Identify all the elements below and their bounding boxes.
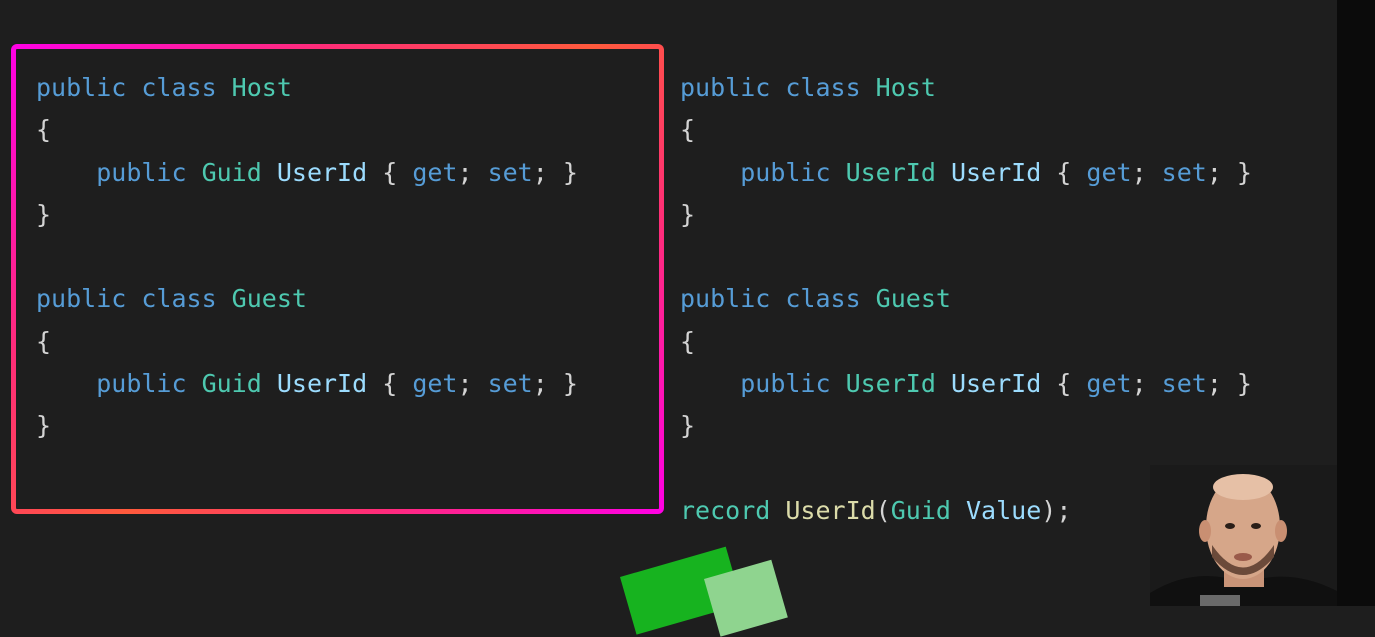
- code-token: (: [875, 495, 891, 525]
- code-line: public Guid UserId { get; set; }: [36, 363, 578, 405]
- code-line: }: [36, 405, 578, 447]
- code-token: Guid: [201, 157, 277, 187]
- code-line: public UserId UserId { get; set; }: [680, 152, 1252, 194]
- code-token: }: [680, 199, 696, 229]
- code-token: UserId: [845, 157, 951, 187]
- code-block-after: public class Host { public UserId UserId …: [680, 67, 1252, 532]
- code-token: get: [412, 369, 458, 399]
- code-line: public class Host: [680, 67, 1252, 109]
- code-token: ; }: [532, 369, 578, 399]
- code-token: class: [141, 284, 232, 314]
- code-line: {: [36, 109, 578, 151]
- code-token: public: [740, 157, 846, 187]
- code-token: UserId: [845, 369, 951, 399]
- code-token: public: [680, 73, 786, 102]
- code-token: class: [141, 73, 232, 102]
- code-token: UserId: [950, 369, 1057, 399]
- code-token: public: [96, 369, 202, 399]
- code-token: }: [36, 411, 52, 441]
- code-token: ; }: [532, 157, 578, 187]
- code-token: set: [487, 157, 533, 187]
- code-token: UserId: [785, 495, 876, 525]
- code-token: ;: [457, 369, 488, 399]
- code-token: get: [1086, 369, 1132, 399]
- code-token: public: [740, 369, 846, 399]
- code-line: public Guid UserId { get; set; }: [36, 152, 578, 194]
- code-line: public class Host: [36, 67, 578, 109]
- code-token: {: [1056, 157, 1087, 187]
- code-token: Guid: [890, 495, 966, 525]
- code-line: public class Guest: [36, 278, 578, 320]
- code-token: {: [382, 369, 413, 399]
- code-token: {: [36, 115, 52, 145]
- code-line: }: [36, 194, 578, 236]
- code-token: set: [1161, 369, 1207, 399]
- code-token: UserId: [276, 369, 383, 399]
- code-token: Host: [875, 73, 936, 102]
- code-token: {: [680, 115, 696, 145]
- code-token: {: [680, 326, 696, 356]
- code-token: Guest: [875, 284, 951, 314]
- code-token: public: [36, 73, 142, 102]
- code-token: Host: [231, 73, 292, 102]
- code-line: {: [680, 321, 1252, 363]
- code-token: {: [36, 326, 52, 356]
- presenter-webcam: [1150, 465, 1337, 606]
- code-token: public: [680, 284, 786, 314]
- code-token: );: [1041, 495, 1072, 525]
- code-token: ;: [457, 157, 488, 187]
- code-token: ; }: [1206, 157, 1252, 187]
- code-token: class: [785, 73, 876, 102]
- code-token: Value: [966, 495, 1042, 525]
- video-side-strip: [1337, 0, 1375, 606]
- code-token: }: [680, 411, 696, 441]
- code-token: get: [412, 157, 458, 187]
- code-line: {: [680, 109, 1252, 151]
- code-line: {: [36, 321, 578, 363]
- code-line: public UserId UserId { get; set; }: [680, 363, 1252, 405]
- code-block-before: public class Host { public Guid UserId { …: [36, 67, 578, 448]
- code-token: UserId: [950, 157, 1057, 187]
- code-line: public class Guest: [680, 278, 1252, 320]
- code-token: class: [785, 284, 876, 314]
- code-token: public: [96, 157, 202, 187]
- code-token: }: [36, 199, 52, 229]
- code-token: get: [1086, 157, 1132, 187]
- code-token: ;: [1131, 157, 1162, 187]
- code-token: set: [1161, 157, 1207, 187]
- code-token: Guid: [201, 369, 277, 399]
- code-token: {: [1056, 369, 1087, 399]
- code-token: ;: [1131, 369, 1162, 399]
- code-token: Guest: [231, 284, 307, 314]
- code-token: UserId: [276, 157, 383, 187]
- code-token: {: [382, 157, 413, 187]
- code-line: }: [680, 194, 1252, 236]
- code-token: ; }: [1206, 369, 1252, 399]
- code-token: set: [487, 369, 533, 399]
- code-token: record: [680, 495, 786, 525]
- code-line: }: [680, 405, 1252, 447]
- code-token: public: [36, 284, 142, 314]
